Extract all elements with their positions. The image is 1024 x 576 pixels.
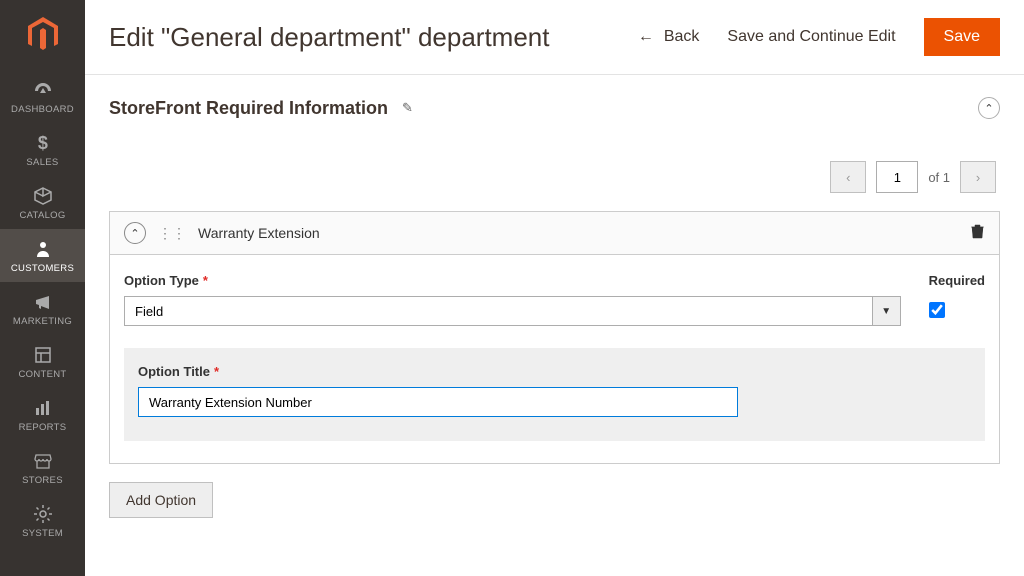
option-collapse-button[interactable]: ⌃ [124, 222, 146, 244]
sidebar-item-dashboard[interactable]: DASHBOARD [0, 70, 85, 123]
box-icon [33, 186, 53, 206]
sidebar-item-marketing[interactable]: MARKETING [0, 282, 85, 335]
option-title-label: Option Title* [138, 364, 219, 379]
trash-icon[interactable] [970, 223, 985, 244]
option-type-value[interactable] [124, 296, 873, 326]
back-label: Back [664, 28, 700, 46]
bars-icon [33, 398, 53, 418]
chevron-down-icon: ▼ [873, 296, 901, 326]
megaphone-icon [33, 292, 53, 312]
chevron-up-icon: ⌃ [984, 102, 993, 115]
section-collapse-button[interactable]: ⌃ [978, 97, 1000, 119]
sidebar-item-content[interactable]: CONTENT [0, 335, 85, 388]
sidebar-item-catalog[interactable]: CATALOG [0, 176, 85, 229]
gear-icon [33, 504, 53, 524]
pagination-prev-button[interactable]: ‹ [830, 161, 866, 193]
pagination-current-input[interactable] [876, 161, 918, 193]
magento-logo[interactable] [0, 0, 85, 70]
sidebar-item-label: STORES [22, 475, 63, 486]
sidebar-item-label: SALES [26, 157, 58, 168]
add-option-row: Add Option [109, 482, 1000, 518]
sidebar-item-label: MARKETING [13, 316, 72, 327]
page-header: Edit "General department" department ← B… [85, 0, 1024, 75]
option-block: ⌃ ⋮⋮ Warranty Extension Option Type* [109, 211, 1000, 464]
required-checkbox[interactable] [929, 302, 945, 318]
pagination-next-button[interactable]: › [960, 161, 996, 193]
page-title: Edit "General department" department [109, 22, 549, 53]
main-content: Edit "General department" department ← B… [85, 0, 1024, 576]
option-type-select[interactable]: ▼ [124, 296, 901, 326]
save-continue-button[interactable]: Save and Continue Edit [727, 28, 895, 46]
option-title-input[interactable] [138, 387, 738, 417]
sidebar-item-label: SYSTEM [22, 528, 63, 539]
pagination: ‹ of 1 › [109, 161, 1000, 193]
chevron-right-icon: › [976, 170, 980, 185]
sidebar-item-reports[interactable]: REPORTS [0, 388, 85, 441]
section-title: StoreFront Required Information [109, 98, 388, 119]
back-button[interactable]: ← Back [638, 28, 700, 46]
layout-icon [33, 345, 53, 365]
dashboard-icon [33, 80, 53, 100]
option-block-header: ⌃ ⋮⋮ Warranty Extension [110, 212, 999, 255]
sidebar-item-label: CATALOG [19, 210, 65, 221]
person-icon [33, 239, 53, 259]
required-field: Required [929, 273, 985, 318]
chevron-up-icon: ⌃ [130, 227, 139, 240]
option-type-field: Option Type* ▼ [124, 273, 901, 326]
svg-text:$: $ [37, 133, 47, 153]
arrow-left-icon: ← [638, 28, 654, 46]
dollar-icon: $ [33, 133, 53, 153]
sidebar-item-label: CONTENT [18, 369, 66, 380]
content-area: StoreFront Required Information ✎ ⌃ ‹ of… [85, 75, 1024, 576]
sidebar-item-label: DASHBOARD [11, 104, 74, 115]
sidebar-item-label: CUSTOMERS [11, 263, 74, 274]
sidebar-item-sales[interactable]: $ SALES [0, 123, 85, 176]
drag-handle-icon[interactable]: ⋮⋮ [158, 225, 186, 242]
sidebar-item-customers[interactable]: CUSTOMERS [0, 229, 85, 282]
section-header: StoreFront Required Information ✎ ⌃ [109, 97, 1000, 119]
save-button[interactable]: Save [924, 18, 1000, 56]
add-option-button[interactable]: Add Option [109, 482, 213, 518]
option-name: Warranty Extension [198, 225, 958, 241]
sidebar-item-stores[interactable]: STORES [0, 441, 85, 494]
sidebar-item-system[interactable]: SYSTEM [0, 494, 85, 547]
sidebar: DASHBOARD $ SALES CATALOG CUSTOMERS MARK… [0, 0, 85, 576]
option-title-block: Option Title* [124, 348, 985, 441]
option-block-body: Option Type* ▼ Required [110, 255, 999, 463]
sidebar-item-label: REPORTS [19, 422, 67, 433]
option-type-label: Option Type* [124, 273, 901, 288]
pencil-icon[interactable]: ✎ [402, 100, 413, 116]
header-actions: ← Back Save and Continue Edit Save [638, 18, 1000, 56]
required-label: Required [929, 273, 985, 288]
chevron-left-icon: ‹ [846, 170, 850, 185]
store-icon [33, 451, 53, 471]
pagination-total: of 1 [928, 170, 950, 185]
